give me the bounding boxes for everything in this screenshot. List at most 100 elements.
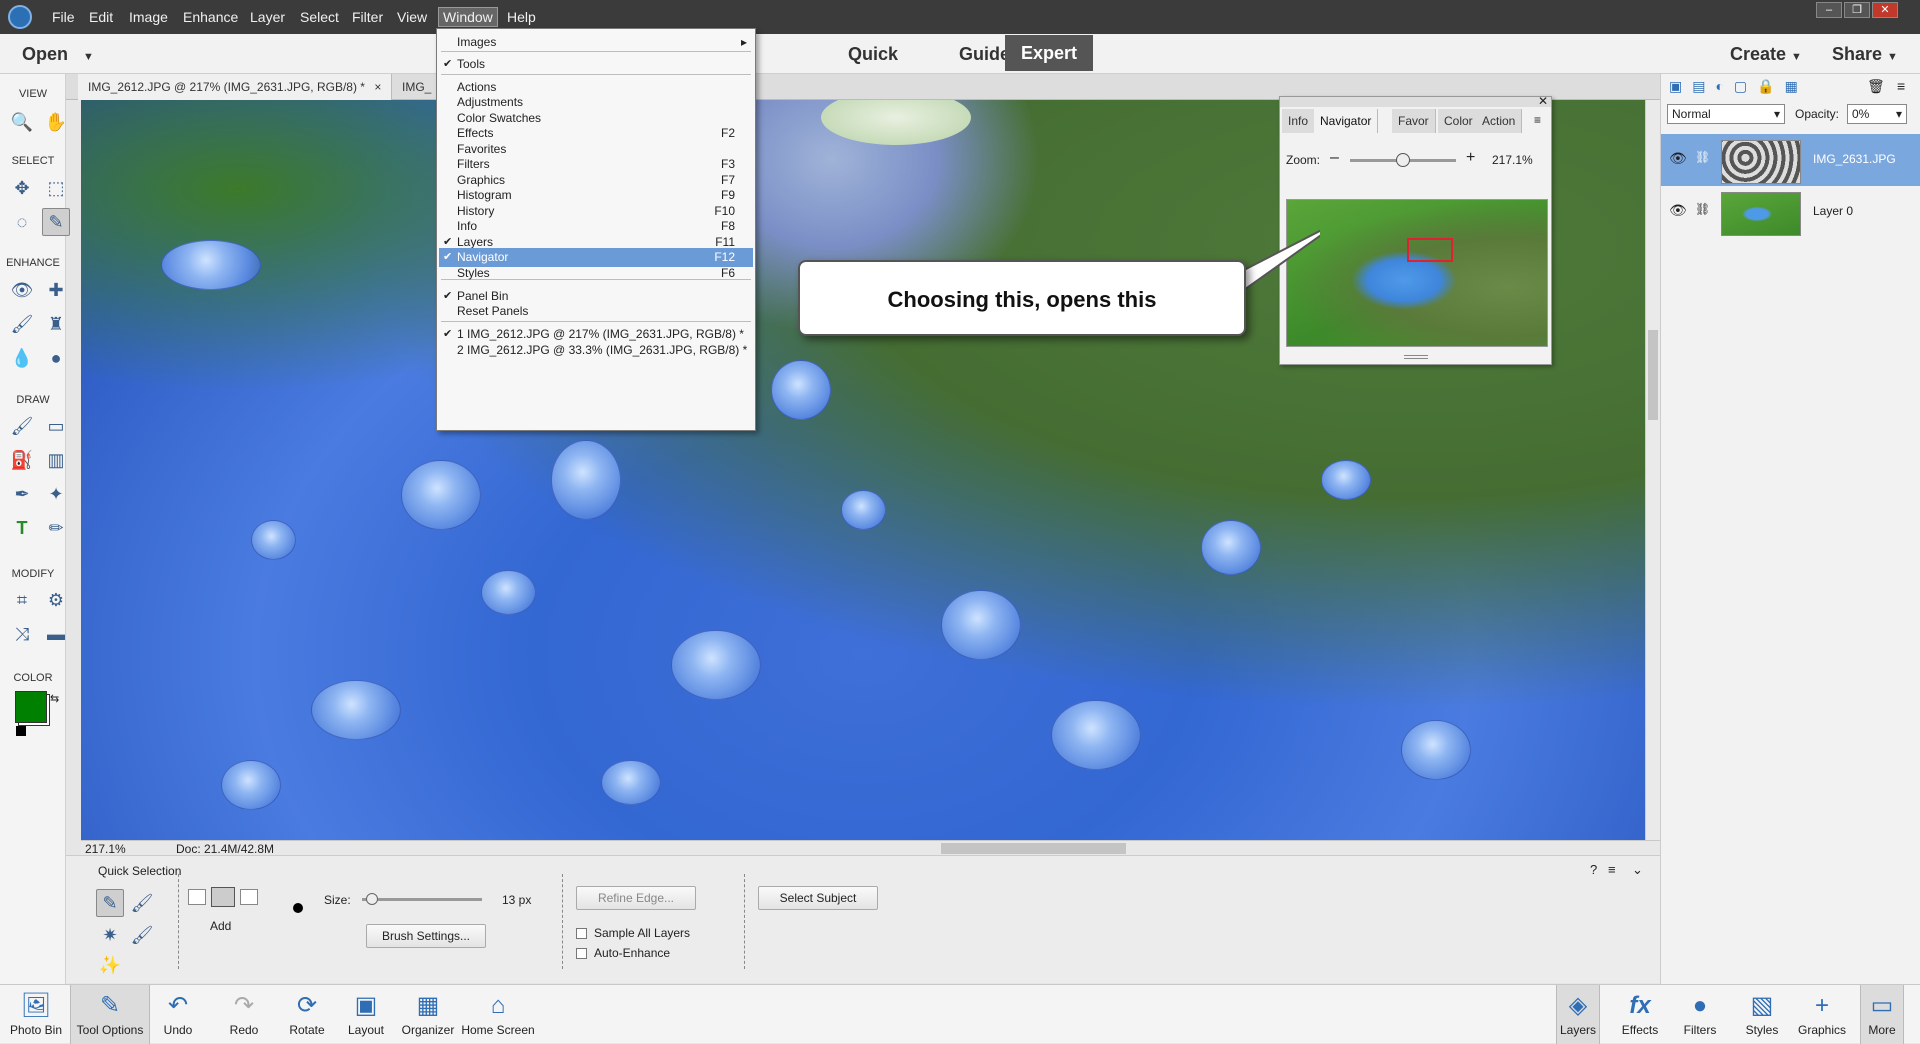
default-colors-icon[interactable]	[16, 726, 26, 736]
slider-thumb[interactable]	[366, 893, 378, 905]
menu-filter[interactable]: Filter	[352, 9, 383, 25]
filters-panel-button[interactable]: ● Filters	[1678, 985, 1722, 1044]
layers-panel-button[interactable]: ◈ Layers	[1556, 985, 1600, 1044]
home-screen-button[interactable]: ⌂ Home Screen	[460, 985, 536, 1044]
visibility-eye-icon[interactable]: 👁	[1669, 150, 1687, 167]
auto-enhance-checkbox[interactable]	[576, 948, 587, 959]
sponge-tool-icon[interactable]: ●	[42, 344, 70, 372]
pencil-tool-icon[interactable]: ✏	[42, 514, 70, 542]
redo-button[interactable]: ↷ Redo	[224, 985, 264, 1044]
effects-panel-button[interactable]: fx Effects	[1618, 985, 1662, 1044]
type-tool-icon[interactable]: T	[8, 514, 36, 542]
blend-mode-select[interactable]: Normal ▾	[1667, 104, 1785, 124]
minimize-button[interactable]: –	[1816, 2, 1842, 18]
restore-button[interactable]: ❐	[1844, 2, 1870, 18]
close-icon[interactable]: ✕	[1538, 94, 1548, 108]
refine-brush-icon[interactable]: 🖌	[128, 921, 156, 949]
menu-item-reset-panels[interactable]: Reset Panels	[439, 302, 753, 321]
open-button[interactable]: Open ▼	[8, 34, 108, 74]
menu-enhance[interactable]: Enhance	[183, 9, 238, 25]
custom-shape-tool-icon[interactable]: ✦	[42, 480, 70, 508]
doc-tab-second[interactable]: IMG_	[392, 74, 441, 100]
lasso-tool-icon[interactable]: ◌	[8, 208, 36, 236]
menu-item-styles[interactable]: Styles F6	[439, 264, 753, 283]
blur-tool-icon[interactable]: 💧	[8, 344, 36, 372]
auto-selection-icon[interactable]: ✨	[96, 951, 124, 979]
tab-info[interactable]: Info	[1282, 109, 1316, 133]
brush-settings-button[interactable]: Brush Settings...	[366, 924, 486, 948]
quick-selection-tool-icon[interactable]: ✎	[42, 208, 70, 236]
recompose-tool-icon[interactable]: ⚙	[42, 586, 70, 614]
menu-help[interactable]: Help	[507, 9, 536, 25]
menu-item-images[interactable]: Images ▸	[439, 33, 753, 52]
spot-healing-tool-icon[interactable]: ✚	[42, 276, 70, 304]
graphics-panel-button[interactable]: + Graphics	[1796, 985, 1848, 1044]
undo-button[interactable]: ↶ Undo	[158, 985, 198, 1044]
options-menu-icon[interactable]: ≡	[1608, 862, 1616, 877]
quick-selection-tool-icon[interactable]: ✎	[96, 889, 124, 917]
layer-row-layer0[interactable]: 👁 ⛓ Layer 0	[1661, 186, 1920, 238]
mode-expert[interactable]: Expert	[1005, 35, 1093, 71]
subtract-selection-icon[interactable]	[240, 889, 258, 905]
menu-view[interactable]: View	[397, 9, 427, 25]
red-eye-tool-icon[interactable]: 👁	[8, 276, 36, 304]
straighten-tool-icon[interactable]: ▬	[42, 620, 70, 648]
more-panel-button[interactable]: ▭ More	[1860, 985, 1904, 1044]
organizer-button[interactable]: ▦ Organizer	[400, 985, 456, 1044]
create-button[interactable]: Create ▼	[1716, 34, 1816, 74]
menu-item-2-img-2612-jpg-33-3-img-2631-jpg-rgb-8[interactable]: 2 IMG_2612.JPG @ 33.3% (IMG_2631.JPG, RG…	[439, 341, 753, 360]
add-to-selection-icon[interactable]	[211, 887, 235, 907]
link-icon[interactable]: ⛓	[1695, 202, 1710, 216]
refine-edge-button[interactable]: Refine Edge...	[576, 886, 696, 910]
zoom-slider[interactable]	[1350, 153, 1456, 167]
gradient-tool-icon[interactable]: ▥	[42, 446, 70, 474]
swap-colors-icon[interactable]: ⇆	[50, 692, 59, 705]
tab-favorites[interactable]: Favor	[1392, 109, 1436, 133]
content-aware-move-tool-icon[interactable]: ⤨	[8, 620, 36, 648]
tab-navigator[interactable]: Navigator	[1314, 109, 1379, 133]
zoom-slider-thumb[interactable]	[1396, 153, 1410, 167]
rotate-button[interactable]: ⟳ Rotate	[282, 985, 332, 1044]
new-selection-icon[interactable]	[188, 889, 206, 905]
zoom-tool-icon[interactable]: 🔍	[8, 108, 36, 136]
tab-actions[interactable]: Action	[1476, 109, 1523, 133]
menu-select[interactable]: Select	[300, 9, 339, 25]
sample-all-layers-checkbox[interactable]	[576, 928, 587, 939]
crop-tool-icon[interactable]: ⌗	[8, 586, 36, 614]
menu-image[interactable]: Image	[129, 9, 168, 25]
vertical-scrollbar[interactable]	[1645, 100, 1660, 840]
smart-brush-tool-icon[interactable]: 🖌	[8, 310, 36, 338]
eraser-tool-icon[interactable]: ▭	[42, 412, 70, 440]
clone-stamp-tool-icon[interactable]: ♜	[42, 310, 70, 338]
panel-title-bar[interactable]	[1280, 97, 1551, 107]
share-button[interactable]: Share ▼	[1818, 34, 1912, 74]
eyedropper-tool-icon[interactable]: ✒	[8, 480, 36, 508]
close-tab-icon[interactable]: ×	[374, 80, 381, 94]
layer-name[interactable]: IMG_2631.JPG	[1813, 152, 1896, 166]
menu-window[interactable]: Window	[438, 7, 498, 27]
move-tool-icon[interactable]: ✥	[8, 174, 36, 202]
menu-layer[interactable]: Layer	[250, 9, 285, 25]
hand-tool-icon[interactable]: ✋	[42, 108, 70, 136]
opacity-field[interactable]: 0% ▾	[1847, 104, 1907, 124]
mode-quick[interactable]: Quick	[834, 34, 912, 74]
size-slider[interactable]	[362, 893, 482, 905]
help-icon[interactable]: ?	[1590, 862, 1597, 877]
paint-bucket-tool-icon[interactable]: ⛽	[8, 446, 36, 474]
close-window-button[interactable]: ✕	[1872, 2, 1898, 18]
link-icon[interactable]: ⛓	[1695, 150, 1710, 164]
photo-bin-button[interactable]: 🖼 Photo Bin	[6, 985, 66, 1044]
menu-item-tools[interactable]: ✔ Tools	[439, 55, 753, 74]
layout-button[interactable]: ▣ Layout	[344, 985, 388, 1044]
marquee-tool-icon[interactable]: ⬚	[42, 174, 70, 202]
styles-panel-button[interactable]: ▧ Styles	[1740, 985, 1784, 1044]
menu-file[interactable]: File	[52, 9, 75, 25]
brush-tool-icon[interactable]: 🖌	[8, 412, 36, 440]
doc-tab-active[interactable]: IMG_2612.JPG @ 217% (IMG_2631.JPG, RGB/8…	[78, 74, 393, 100]
tab-color[interactable]: Color	[1438, 109, 1480, 133]
resize-grip[interactable]	[1404, 355, 1428, 359]
menu-edit[interactable]: Edit	[89, 9, 113, 25]
navigator-thumbnail[interactable]	[1286, 199, 1548, 347]
layer-toolbar-icons[interactable]: ▣▤◐▢🔒▦	[1669, 78, 1808, 95]
view-rectangle[interactable]	[1407, 238, 1453, 262]
